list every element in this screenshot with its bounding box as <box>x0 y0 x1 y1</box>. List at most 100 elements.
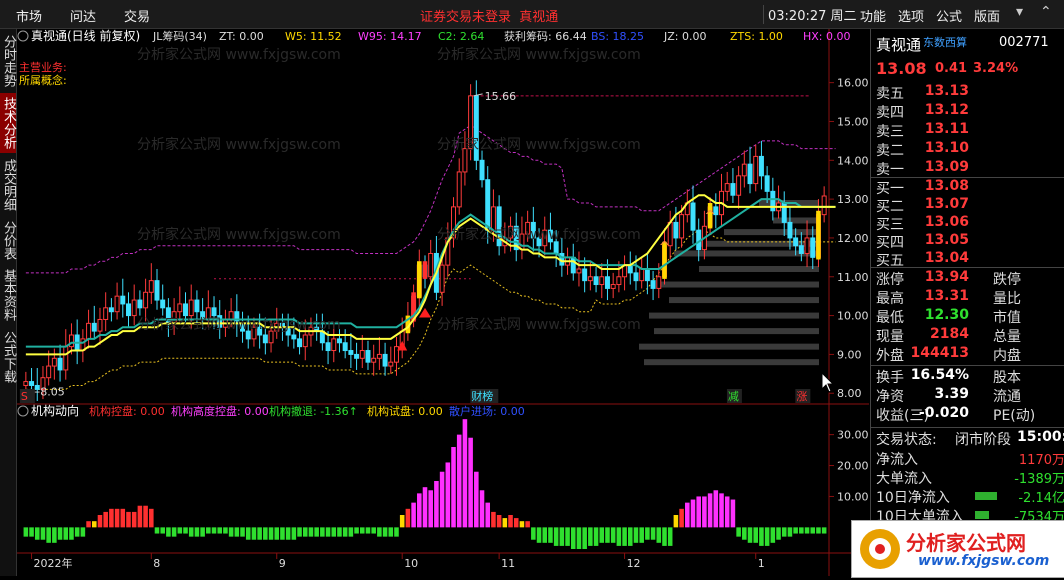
tab-price-table[interactable]: 分价表 <box>0 217 16 263</box>
menu-market[interactable]: 市场 <box>16 6 42 25</box>
ask-row-2: 卖二 13.10 <box>871 140 1064 159</box>
sub-bar <box>496 515 502 528</box>
bid-row-1: 买一 13.08 <box>871 178 1064 197</box>
ask-row-4: 卖四 13.12 <box>871 102 1064 121</box>
bid-row-1-value: 13.08 <box>924 178 969 194</box>
stat-row-3-value: 2184 <box>930 326 969 342</box>
candle-body <box>354 353 360 359</box>
sub-bar <box>342 527 348 537</box>
bid-row-1-label: 买一 <box>876 181 904 197</box>
stock-tag[interactable]: 东数西算 <box>923 34 967 50</box>
login-notice[interactable]: 证券交易未登录 真视通 <box>420 6 558 25</box>
sub-bar <box>97 515 103 528</box>
current-price: 13.08 <box>876 59 927 78</box>
menu-trade[interactable]: 交易 <box>124 6 150 25</box>
toolbar-function[interactable]: 功能 <box>860 6 886 25</box>
ask-row-5-label: 卖五 <box>876 86 904 102</box>
sub-bar <box>308 527 314 537</box>
candle <box>137 290 143 316</box>
stat-row-3-right-label: 总量 <box>993 329 1021 345</box>
indicator-value-9: HX: 0.00 <box>803 30 851 43</box>
sub-bar <box>154 527 160 534</box>
tab-technical[interactable]: 技术分析 <box>0 93 16 153</box>
stat2-row-2-right-label: PE(动) <box>993 408 1036 424</box>
candle-body <box>730 183 736 196</box>
sub-bar <box>166 527 171 537</box>
tab-trades[interactable]: 成交明细 <box>0 155 16 215</box>
flow-row-2: 10日净流入 -2.14亿 <box>871 487 1064 506</box>
ask-row-3-value: 13.11 <box>924 121 969 137</box>
sub-bar <box>63 527 69 540</box>
stat2-row-0-label: 换手 <box>876 370 904 386</box>
candle <box>627 251 633 285</box>
candle-body <box>154 280 160 301</box>
sub-bar <box>194 527 200 537</box>
sub-bar <box>633 527 639 543</box>
candle <box>148 263 154 304</box>
sub-bar <box>599 527 605 543</box>
sub-bar <box>217 527 223 534</box>
chip-bar <box>654 328 819 335</box>
sub-bar <box>377 527 382 537</box>
chart-svg[interactable]: 8.00 9.00 10.00 11.00 12.00 13.00 14.00 15.00 16… <box>17 28 869 576</box>
sub-bar <box>211 527 217 534</box>
settings-icon[interactable] <box>17 405 29 417</box>
candle <box>325 331 331 365</box>
candle-body <box>137 299 143 309</box>
candle-body <box>582 268 588 282</box>
sub-bar <box>46 527 51 543</box>
divider <box>871 365 1064 366</box>
candle-body <box>131 299 137 317</box>
sub-bar <box>525 521 530 528</box>
settings-icon[interactable] <box>17 30 29 42</box>
tab-profile[interactable]: 基本资料 <box>0 265 16 325</box>
candle-body <box>125 303 131 317</box>
stat2-row-2: 收益(三) -0.020 PE(动) <box>871 405 1064 424</box>
sub-bar <box>747 527 753 543</box>
ask-row-3-label: 卖三 <box>876 124 904 140</box>
tab-intraday[interactable]: 分时走势 <box>0 31 16 91</box>
candle <box>97 307 103 345</box>
sub-bar <box>650 527 656 540</box>
sub-bar <box>137 505 143 528</box>
sub-bar <box>23 527 29 537</box>
flow-row-0-value: 1170万 <box>1018 453 1064 468</box>
candle <box>160 284 166 316</box>
chevron-up-icon[interactable]: ⌃ <box>1040 4 1052 20</box>
toolbar-formula[interactable]: 公式 <box>936 6 962 25</box>
stock-name: 真视通 <box>876 36 922 54</box>
toolbar-options[interactable]: 选项 <box>898 6 924 25</box>
indicator-value-8: ZTS: 1.00 <box>730 30 783 43</box>
sub-bar <box>91 521 97 528</box>
tab-formula-download[interactable]: 公式下载 <box>0 327 16 387</box>
y-tick-label: 9.00 <box>837 348 862 361</box>
candle-body <box>764 175 770 192</box>
candle-body <box>553 241 559 254</box>
sub-bar <box>103 511 108 528</box>
sub-bar <box>685 502 690 528</box>
sub-bar <box>799 527 804 534</box>
sub-bar <box>639 527 644 543</box>
sub-bar <box>542 527 548 543</box>
chevron-down-icon[interactable]: ▾ <box>1016 4 1023 20</box>
toolbar-layout[interactable]: 版面 <box>974 6 1000 25</box>
candle-body <box>194 299 200 313</box>
kline-chart[interactable]: 8.00 9.00 10.00 11.00 12.00 13.00 14.00 15.00 16… <box>17 28 869 576</box>
sub-bar <box>302 527 308 537</box>
candle <box>376 336 382 370</box>
sub-bar <box>434 481 439 528</box>
candle-body <box>211 307 217 317</box>
sub-bar <box>120 508 126 528</box>
sub-y-tick-label: 20.00 <box>837 460 869 473</box>
sub-bar <box>576 527 582 549</box>
stat-row-2-value: 12.30 <box>924 307 969 323</box>
ask-row-2-value: 13.10 <box>924 140 969 156</box>
watermark-text: 分析家公式网 www.fxjgsw.com <box>437 226 641 243</box>
candle-body <box>793 237 799 247</box>
indicator-value-6: BS: 18.25 <box>591 30 644 43</box>
candle <box>91 305 97 339</box>
candle-body <box>736 175 742 196</box>
sub-bar <box>451 447 456 528</box>
sub-bar <box>468 437 473 528</box>
menu-wenda[interactable]: 问达 <box>70 6 96 25</box>
